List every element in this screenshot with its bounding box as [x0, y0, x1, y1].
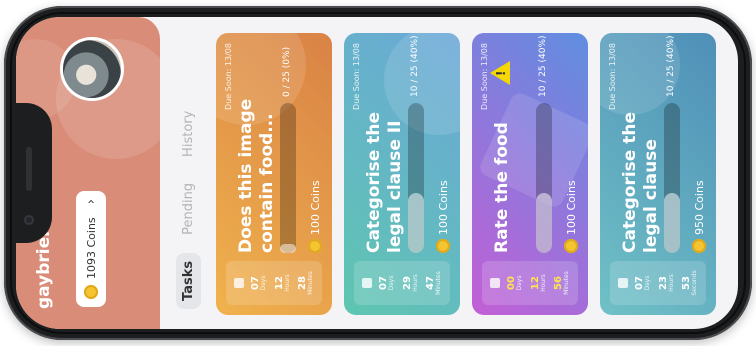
progress-bar [664, 103, 680, 253]
timer-hours: 23 [657, 276, 669, 290]
calendar-icon [617, 278, 628, 288]
timer-minutes-label: Minutes [563, 271, 571, 295]
reward-amount: 950 Coins [692, 180, 706, 235]
timer-days-label: Days [644, 275, 652, 291]
coin-icon [564, 239, 578, 253]
timer-seconds: 53 [681, 276, 693, 290]
tab-history[interactable]: History [176, 103, 201, 165]
progress-fill [664, 193, 680, 253]
task-card[interactable]: 07 Days 12 Hours 28 Minutes Does this image… [216, 33, 332, 315]
username: gaybriel [34, 231, 54, 309]
warning-icon [490, 61, 510, 85]
calendar-icon [233, 278, 244, 288]
task-card[interactable]: 00Days 12Hours 56Minutes Rate the food D… [472, 33, 588, 315]
due-date: Due Soon: 13/08 [352, 43, 361, 110]
coin-icon [84, 285, 98, 299]
task-reward: 100 Coins [564, 180, 578, 253]
due-date: Due Soon: 13/08 [608, 43, 617, 110]
speaker-grille [26, 147, 32, 191]
progress-text: 10 / 25 (40%) [666, 35, 676, 97]
due-date: Due Soon: 13/08 [480, 43, 489, 110]
timer-days: 07 [378, 276, 390, 290]
timer-days: 07 [634, 276, 646, 290]
chevron-right-icon: › [83, 199, 99, 205]
coin-icon [436, 239, 450, 253]
reward-amount: 100 Coins [564, 180, 578, 235]
countdown-timer: 07 Days 12 Hours 28 Minutes [226, 261, 322, 305]
timer-minutes-label: Minutes [307, 271, 315, 295]
tab-tasks[interactable]: Tasks [176, 252, 201, 309]
countdown-timer: 07 Days 23 Hours 53 Seconds [610, 261, 706, 305]
timer-hours: 12 [273, 276, 285, 290]
timer-minutes: 47 [425, 276, 437, 290]
timer-hours-label: Hours [411, 274, 419, 292]
tab-pending[interactable]: Pending [176, 175, 201, 243]
timer-days-label: Days [260, 275, 268, 291]
timer-minutes: 56 [553, 276, 565, 290]
progress-fill [408, 193, 424, 253]
timer-seconds-label: Seconds [691, 270, 699, 296]
phone-frame: gaybriel 1093 Coins › Tasks Pending Hist… [4, 6, 752, 340]
calendar-icon [361, 278, 372, 288]
timer-hours: 12 [529, 276, 541, 290]
coin-icon [692, 239, 706, 253]
decorative-circle [56, 39, 160, 159]
task-card[interactable]: 07 Days 23 Hours 53 Seconds Categorise the … [600, 33, 716, 315]
progress-fill [280, 244, 296, 253]
decorative-shape [477, 90, 588, 210]
coins-button[interactable]: 1093 Coins › [76, 191, 106, 307]
phone-screen: gaybriel 1093 Coins › Tasks Pending Hist… [16, 17, 738, 329]
task-reward: 950 Coins [692, 180, 706, 253]
timer-hours-label: Hours [283, 274, 291, 292]
decorative-circle [216, 33, 306, 125]
timer-days: 00 [506, 276, 518, 290]
decorative-circle [384, 33, 460, 135]
avatar[interactable] [60, 37, 124, 101]
countdown-timer: 07 Days 29 Hours 47 Minutes [354, 261, 450, 305]
task-title: Categorise the legal clause II [364, 112, 406, 253]
task-reward: 100 Coins [436, 180, 450, 253]
calendar-icon [489, 278, 500, 288]
camera-icon [24, 215, 34, 225]
task-tabs: Tasks Pending History [176, 103, 201, 309]
reward-amount: 100 Coins [308, 180, 322, 235]
task-title: Does this image contain food... [236, 98, 278, 253]
decorative-circle [600, 33, 680, 115]
progress-bar [408, 103, 424, 253]
task-title: Rate the food [492, 122, 512, 253]
timer-hours-label: Hours [539, 274, 547, 292]
app-root: gaybriel 1093 Coins › Tasks Pending Hist… [16, 17, 738, 329]
countdown-timer: 00 Days 12 Hours 56 Minutes [482, 261, 578, 305]
reward-amount: 100 Coins [436, 180, 450, 235]
task-reward: 100 Coins [308, 180, 322, 253]
progress-bar [280, 103, 296, 253]
due-date: Due Soon: 13/08 [224, 43, 233, 110]
phone-notch [16, 103, 52, 243]
timer-minutes: 28 [297, 276, 309, 290]
progress-text: 10 / 25 (40%) [410, 35, 420, 97]
progress-fill [536, 193, 552, 253]
coins-balance: 1093 Coins [84, 217, 98, 279]
progress-text: 0 / 25 (0%) [282, 46, 292, 97]
timer-days-label: Days [516, 275, 524, 291]
coin-icon [308, 239, 322, 253]
task-card[interactable]: 07 Days 29 Hours 47 Minutes Categorise the … [344, 33, 460, 315]
progress-text: 10 / 25 (40%) [538, 35, 548, 97]
timer-hours-label: Hours [667, 274, 675, 292]
timer-days-label: Days [388, 275, 396, 291]
task-title: Categorise the legal clause [620, 112, 662, 253]
progress-bar [536, 103, 552, 253]
timer-minutes-label: Minutes [435, 271, 443, 295]
timer-days: 07 [250, 276, 262, 290]
timer-hours: 29 [401, 276, 413, 290]
